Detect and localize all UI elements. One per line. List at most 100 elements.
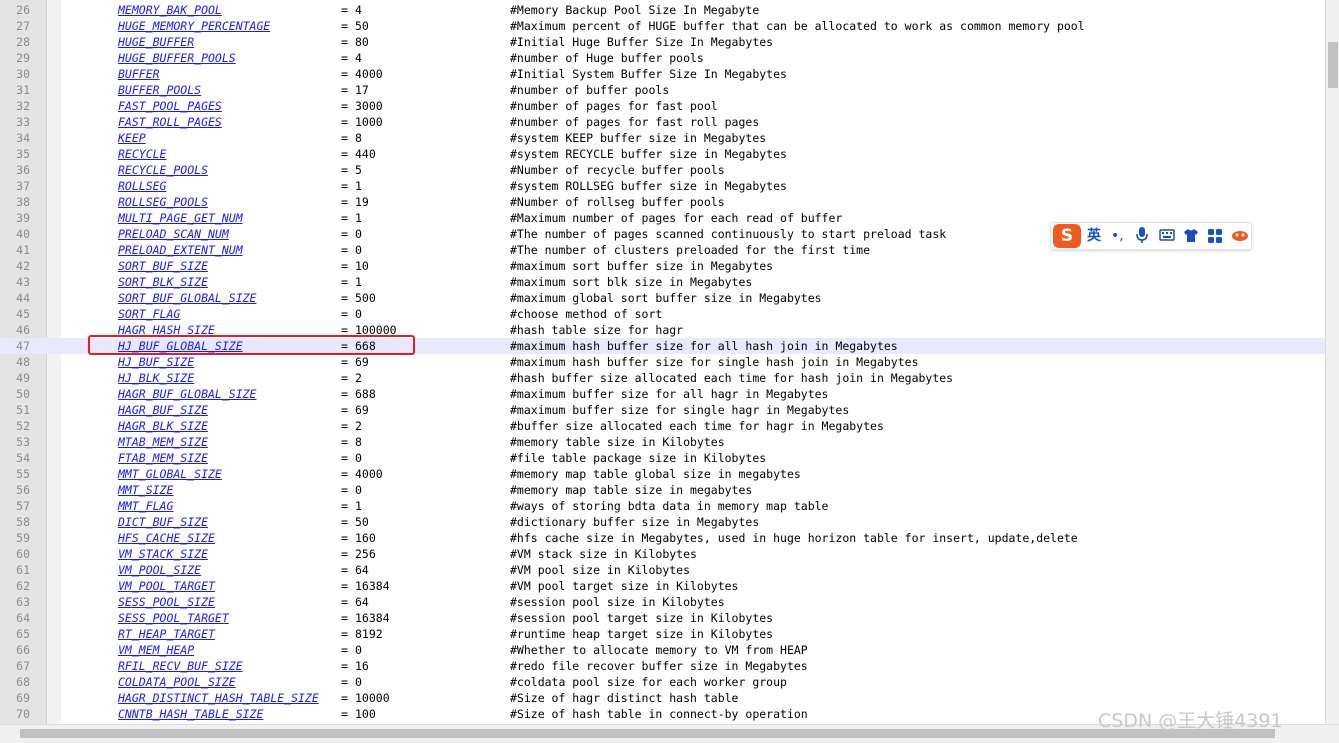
code-line[interactable]: 67 RFIL_RECV_BUF_SIZE = 16 #redo file recove… [0, 658, 1325, 674]
code-line[interactable]: 38 ROLLSEG_POOLS = 19 #Number of rollseg buf… [0, 194, 1325, 210]
horizontal-scroll-thumb[interactable] [20, 729, 1275, 738]
line-number: 44 [16, 291, 30, 305]
line-number: 66 [16, 643, 30, 657]
line-number: 28 [16, 35, 30, 49]
config-value: 64 [355, 563, 369, 577]
config-comment: #VM pool target size in Kilobytes [510, 579, 739, 593]
config-value: 0 [355, 243, 362, 257]
code-line[interactable]: 61 VM_POOL_SIZE = 64 #VM pool size in Kiloby… [0, 562, 1325, 578]
code-line[interactable]: 53 MTAB_MEM_SIZE = 8 #memory table size in K… [0, 434, 1325, 450]
config-key: MMT_SIZE [118, 483, 174, 497]
config-value: 5 [355, 163, 362, 177]
code-line[interactable]: 42 SORT_BUF_SIZE = 10 #maximum sort buffer s… [0, 258, 1325, 274]
keyboard-icon[interactable] [1159, 226, 1175, 250]
code-line[interactable]: 37 ROLLSEG = 1 #system ROLLSEG buffer size i… [0, 178, 1325, 194]
skin-icon[interactable] [1183, 226, 1199, 250]
code-line[interactable]: 65 RT_HEAP_TARGET = 8192 #runtime heap targe… [0, 626, 1325, 642]
code-line[interactable]: 45 SORT_FLAG = 0 #choose method of sort [0, 306, 1325, 322]
config-comment: #VM stack size in Kilobytes [510, 547, 697, 561]
code-line[interactable]: 44 SORT_BUF_GLOBAL_SIZE = 500 #maximum globa… [0, 290, 1325, 306]
config-key: HJ_BLK_SIZE [118, 371, 195, 385]
code-line[interactable]: 34 KEEP = 8 #system KEEP buffer size in Mega… [0, 130, 1325, 146]
code-line[interactable]: 56 MMT_SIZE = 0 #memory map table size in me… [0, 482, 1325, 498]
code-line[interactable]: 64 SESS_POOL_TARGET = 16384 #session pool ta… [0, 610, 1325, 626]
config-key: HFS_CACHE_SIZE [118, 531, 215, 545]
code-line[interactable]: 60 VM_STACK_SIZE = 256 #VM stack size in Kil… [0, 546, 1325, 562]
config-key: SESS_POOL_TARGET [118, 611, 229, 625]
config-comment: #The number of clusters preloaded for th… [510, 243, 871, 257]
line-number: 26 [16, 3, 30, 17]
ime-punctuation-toggle[interactable]: •, [1111, 226, 1124, 246]
equals-sign: = [341, 275, 348, 289]
code-line[interactable]: 49 HJ_BLK_SIZE = 2 #hash buffer size allocat… [0, 370, 1325, 386]
sogou-logo-icon[interactable]: S [1053, 224, 1081, 248]
more-icon[interactable] [1231, 226, 1249, 250]
config-comment: #session pool size in Kilobytes [510, 595, 725, 609]
line-number: 65 [16, 627, 30, 641]
code-line[interactable]: 27 HUGE_MEMORY_PERCENTAGE = 50 #Maximum perc… [0, 18, 1325, 34]
code-line[interactable]: 26 MEMORY_BAK_POOL = 4 #Memory Backup Pool S… [0, 2, 1325, 18]
code-line[interactable]: 43 SORT_BLK_SIZE = 1 #maximum sort blk size … [0, 274, 1325, 290]
line-number: 43 [16, 275, 30, 289]
line-number: 52 [16, 419, 30, 433]
code-line[interactable]: 30 BUFFER = 4000 #Initial System Buffer Size… [0, 66, 1325, 82]
code-line[interactable]: 35 RECYCLE = 440 #system RECYCLE buffer size… [0, 146, 1325, 162]
vertical-scroll-thumb[interactable] [1328, 42, 1338, 88]
config-key: SORT_BUF_GLOBAL_SIZE [118, 291, 257, 305]
code-line[interactable]: 63 SESS_POOL_SIZE = 64 #session pool size in… [0, 594, 1325, 610]
equals-sign: = [341, 147, 348, 161]
config-comment: #memory map table global size in megabyt… [510, 467, 801, 481]
line-number: 45 [16, 307, 30, 321]
line-number: 36 [16, 163, 30, 177]
toolbox-icon[interactable] [1207, 226, 1223, 250]
code-line[interactable]: 68 COLDATA_POOL_SIZE = 0 #coldata pool size … [0, 674, 1325, 690]
equals-sign: = [341, 499, 348, 513]
ime-toolbar[interactable]: S 英 •, [1050, 222, 1252, 250]
code-line[interactable]: 48 HJ_BUF_SIZE = 69 #maximum hash buffer siz… [0, 354, 1325, 370]
code-line[interactable]: 28 HUGE_BUFFER = 80 #Initial Huge Buffer Siz… [0, 34, 1325, 50]
config-value: 0 [355, 451, 362, 465]
code-line[interactable]: 54 FTAB_MEM_SIZE = 0 #file table package siz… [0, 450, 1325, 466]
config-value: 16 [355, 659, 369, 673]
config-value: 64 [355, 595, 369, 609]
code-line[interactable]: 59 HFS_CACHE_SIZE = 160 #hfs cache size in M… [0, 530, 1325, 546]
code-line[interactable]: 32 FAST_POOL_PAGES = 3000 #number of pages f… [0, 98, 1325, 114]
config-key: DICT_BUF_SIZE [118, 515, 209, 529]
config-value: 0 [355, 643, 362, 657]
config-comment: #The number of pages scanned continuousl… [510, 227, 947, 241]
config-comment: #runtime heap target size in Kilobytes [510, 627, 774, 641]
config-comment: #VM pool size in Kilobytes [510, 563, 691, 577]
microphone-icon[interactable] [1135, 226, 1149, 250]
code-line[interactable]: 29 HUGE_BUFFER_POOLS = 4 #number of Huge buf… [0, 50, 1325, 66]
equals-sign: = [341, 83, 348, 97]
config-comment: #number of Huge buffer pools [510, 51, 704, 65]
config-key: CNNTB_HASH_TABLE_SIZE [118, 707, 264, 721]
code-line[interactable]: 36 RECYCLE_POOLS = 5 #Number of recycle buff… [0, 162, 1325, 178]
vertical-scrollbar[interactable] [1325, 0, 1339, 724]
equals-sign: = [341, 435, 348, 449]
code-line[interactable]: 51 HAGR_BUF_SIZE = 69 #maximum buffer size f… [0, 402, 1325, 418]
config-value: 80 [355, 35, 369, 49]
code-line[interactable]: 57 MMT_FLAG = 1 #ways of storing bdta data i… [0, 498, 1325, 514]
code-line[interactable]: 55 MMT_GLOBAL_SIZE = 4000 #memory map table … [0, 466, 1325, 482]
code-line[interactable]: 33 FAST_ROLL_PAGES = 1000 #number of pages f… [0, 114, 1325, 130]
line-number: 70 [16, 707, 30, 721]
watermark: CSDN @王大锤4391 [1098, 710, 1283, 732]
equals-sign: = [341, 675, 348, 689]
code-line[interactable]: 66 VM_MEM_HEAP = 0 #Whether to allocate memo… [0, 642, 1325, 658]
ime-language-toggle[interactable]: 英 [1087, 226, 1101, 246]
code-line[interactable]: 58 DICT_BUF_SIZE = 50 #dictionary buffer siz… [0, 514, 1325, 530]
equals-sign: = [341, 99, 348, 113]
code-line[interactable]: 50 HAGR_BUF_GLOBAL_SIZE = 688 #maximum buffe… [0, 386, 1325, 402]
text-editor[interactable]: 26 MEMORY_BAK_POOL = 4 #Memory Backup Pool S… [0, 0, 1325, 724]
config-value: 69 [355, 355, 369, 369]
code-line[interactable]: 31 BUFFER_POOLS = 17 #number of buffer pools [0, 82, 1325, 98]
line-number: 55 [16, 467, 30, 481]
config-key: BUFFER_POOLS [118, 83, 202, 97]
code-line[interactable]: 52 HAGR_BLK_SIZE = 2 #buffer size allocated … [0, 418, 1325, 434]
config-comment: #Maximum number of pages for each read o… [510, 211, 843, 225]
config-value: 4000 [355, 467, 383, 481]
code-line[interactable]: 62 VM_POOL_TARGET = 16384 #VM pool target si… [0, 578, 1325, 594]
code-line[interactable]: 69 HAGR_DISTINCT_HASH_TABLE_SIZE = 10000 #Si… [0, 690, 1325, 706]
config-comment: #buffer size allocated each time for hag… [510, 419, 884, 433]
